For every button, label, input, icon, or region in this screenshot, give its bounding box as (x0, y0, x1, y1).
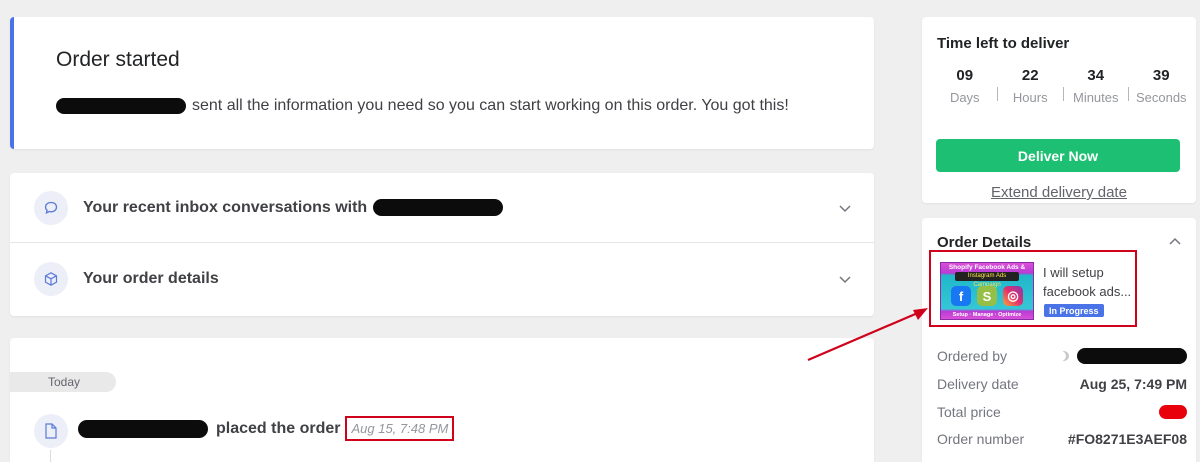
info-value (1059, 348, 1187, 364)
redacted-buyer-name (78, 419, 208, 438)
time-left-card: Time left to deliver 09 Days 22 Hours 34… (922, 17, 1196, 203)
accordion-order-details[interactable]: Your order details (10, 244, 874, 314)
redacted-buyer-name[interactable] (1077, 348, 1187, 364)
countdown-divider (1063, 87, 1064, 101)
moon-icon (1059, 351, 1069, 361)
countdown-value: 22 (1021, 67, 1039, 84)
facebook-logo-icon: f (951, 286, 971, 306)
chat-bubble-icon (34, 190, 68, 225)
order-accordion: Your recent inbox conversations with You… (10, 173, 874, 316)
countdown: 09 Days 22 Hours 34 Minutes 39 Seconds (932, 67, 1194, 105)
countdown-label: Hours (1012, 90, 1048, 105)
redacted-price (1159, 405, 1187, 419)
info-row-ordered-by: Ordered by (937, 346, 1187, 366)
info-row-order-number: Order number #FO8271E3AEF08 (937, 429, 1187, 449)
accordion-inbox-conversations[interactable]: Your recent inbox conversations with (10, 173, 874, 243)
countdown-value: 34 (1087, 67, 1105, 84)
gig-thumbnail[interactable]: Shopify Facebook Ads & Instagram Ads Cam… (940, 262, 1034, 320)
order-placed-event: placed the order Aug 15, 7:48 PM (78, 416, 455, 441)
extend-delivery-link[interactable]: Extend delivery date (922, 184, 1196, 201)
gig-summary[interactable]: Shopify Facebook Ads & Instagram Ads Cam… (929, 250, 1137, 327)
countdown-label: Minutes (1072, 90, 1119, 105)
countdown-seconds: 39 Seconds (1129, 67, 1195, 105)
event-text: placed the order (216, 419, 341, 437)
thumbnail-subtitle: Instagram Ads Campaign (955, 272, 1019, 288)
info-value: Aug 25, 7:49 PM (1079, 376, 1187, 392)
order-started-card: Order started sent all the information y… (10, 17, 874, 149)
instagram-logo-icon: ◎ (1003, 286, 1023, 306)
info-key: Delivery date (937, 376, 1019, 392)
order-details-label: Your order details (83, 270, 219, 287)
info-key: Ordered by (937, 348, 1008, 364)
event-timestamp: Aug 15, 7:48 PM (345, 416, 455, 441)
thumbnail-title: Shopify Facebook Ads & (948, 264, 1026, 271)
redacted-buyer-name (373, 199, 504, 216)
gig-title-line: facebook ads... (1043, 284, 1132, 299)
info-key: Total price (937, 404, 1001, 420)
document-icon (34, 414, 68, 448)
info-key: Order number (937, 431, 1025, 447)
order-started-message: sent all the information you need so you… (56, 97, 789, 115)
order-started-title: Order started (56, 48, 180, 71)
info-value: #FO8271E3AEF08 (1067, 431, 1187, 447)
countdown-days: 09 Days (932, 67, 998, 105)
countdown-hours: 22 Hours (998, 67, 1064, 105)
order-started-text: sent all the information you need so you… (192, 97, 789, 114)
countdown-divider (997, 87, 998, 101)
timeline-line (50, 450, 51, 462)
info-row-delivery-date: Delivery date Aug 25, 7:49 PM (937, 374, 1187, 394)
countdown-label: Days (949, 90, 980, 105)
thumbnail-footer: Setup · Manage · Optimize (952, 312, 1022, 318)
activity-timeline: Today placed the order Aug 15, 7:48 PM (10, 338, 874, 462)
info-value (1159, 405, 1187, 419)
package-box-icon (34, 262, 68, 296)
inbox-label-text: Your recent inbox conversations with (83, 198, 368, 216)
chevron-down-icon[interactable] (838, 201, 852, 215)
redacted-buyer-name (56, 98, 186, 114)
countdown-label: Seconds (1135, 90, 1187, 105)
shopify-logo-icon: S (977, 286, 997, 306)
status-badge: In Progress (1044, 304, 1104, 317)
chevron-up-icon[interactable] (1168, 235, 1182, 247)
order-details-title: Order Details (937, 234, 1032, 251)
countdown-value: 39 (1152, 67, 1170, 84)
annotation-arrow (807, 308, 928, 362)
inbox-conversations-label: Your recent inbox conversations with (83, 198, 504, 217)
day-separator: Today (10, 372, 116, 392)
gig-title[interactable]: I will setup facebook ads... (1043, 263, 1139, 301)
thumbnail-logos: f S ◎ (951, 286, 1023, 306)
deliver-now-button[interactable]: Deliver Now (936, 139, 1180, 172)
info-row-total-price: Total price (937, 402, 1187, 422)
countdown-minutes: 34 Minutes (1063, 67, 1129, 105)
gig-title-line: I will setup (1043, 265, 1104, 280)
countdown-value: 09 (956, 67, 974, 84)
countdown-divider (1128, 87, 1129, 101)
order-details-card: Order Details Shopify Facebook Ads & Ins… (922, 218, 1196, 462)
time-left-title: Time left to deliver (937, 35, 1070, 52)
chevron-down-icon[interactable] (838, 272, 852, 286)
